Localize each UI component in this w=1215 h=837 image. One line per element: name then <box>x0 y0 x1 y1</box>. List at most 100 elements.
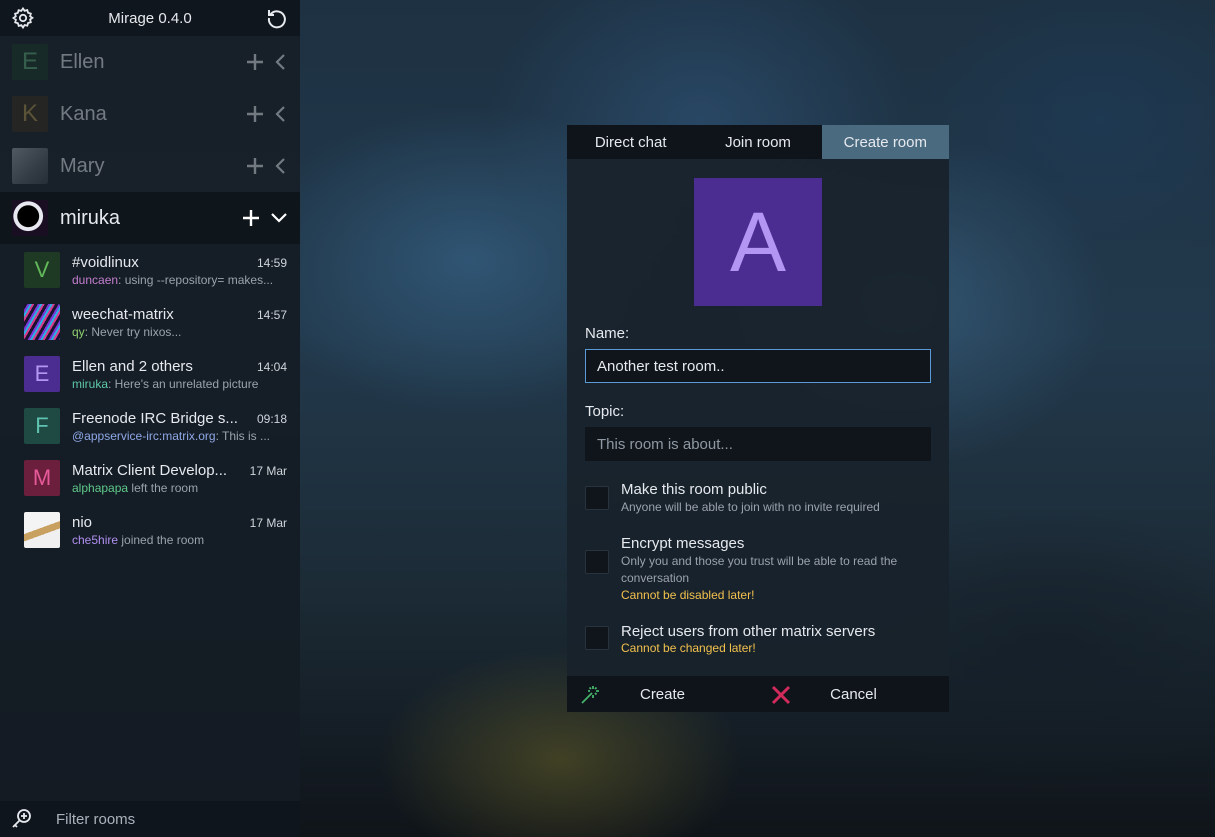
room-last-message: miruka: Here's an unrelated picture <box>72 377 287 391</box>
room-name: #voidlinux <box>72 253 139 271</box>
room-item[interactable]: V #voidlinux 14:59 duncaen: using --repo… <box>0 244 300 296</box>
account-ellen[interactable]: E Ellen <box>0 36 300 88</box>
avatar: V <box>24 252 60 288</box>
option-title: Encrypt messages <box>621 535 745 552</box>
plus-icon[interactable] <box>242 209 260 227</box>
plus-icon[interactable] <box>246 53 264 71</box>
add-chat-dialog: Direct chat Join room Create room A Name… <box>567 125 949 712</box>
tab-create-room[interactable]: Create room <box>821 125 949 159</box>
room-name: nio <box>72 513 93 531</box>
message-preview: left the room <box>128 480 199 495</box>
option-warning: Cannot be changed later! <box>621 641 756 655</box>
dialog-tabs: Direct chat Join room Create room <box>567 125 949 159</box>
message-sender: duncaen <box>72 272 119 287</box>
message-sender: qy <box>72 324 85 339</box>
message-sender: miruka <box>72 376 109 391</box>
create-label: Create <box>639 685 686 703</box>
room-item[interactable]: E Ellen and 2 others 14:04 miruka: Here'… <box>0 348 300 400</box>
avatar: E <box>24 356 60 392</box>
filter-bar <box>0 801 300 837</box>
room-name: Freenode IRC Bridge s... <box>72 409 238 427</box>
topic-label: Topic: <box>585 403 625 420</box>
tab-direct-chat[interactable]: Direct chat <box>567 125 695 159</box>
option-warning: Cannot be disabled later! <box>621 588 755 602</box>
option-public[interactable]: Make this room public Anyone will be abl… <box>585 481 931 516</box>
account-name: Kana <box>60 102 107 125</box>
avatar: E <box>12 44 48 80</box>
sidebar: Mirage 0.4.0 E Ellen K Kana Mary miruka … <box>0 0 300 837</box>
message-preview: : Here's an unrelated picture <box>108 376 259 391</box>
tab-join-room[interactable]: Join room <box>694 125 822 159</box>
close-icon <box>771 685 791 705</box>
room-avatar-preview[interactable]: A <box>694 178 822 306</box>
option-encrypt[interactable]: Encrypt messages Only you and those you … <box>585 535 931 604</box>
message-sender: che5hire <box>72 532 119 547</box>
avatar: M <box>24 460 60 496</box>
option-title: Reject users from other matrix servers <box>621 623 876 640</box>
filter-rooms-input[interactable] <box>56 810 276 828</box>
refresh-button[interactable] <box>264 5 290 31</box>
add-account-icon[interactable] <box>10 807 34 831</box>
room-name: Matrix Client Develop... <box>72 461 228 479</box>
room-last-message: @appservice-irc:matrix.org: This is ... <box>72 429 287 443</box>
chevron-left-icon[interactable] <box>274 53 288 71</box>
room-time: 09:18 <box>256 411 287 426</box>
option-federation[interactable]: Reject users from other matrix servers C… <box>585 623 931 657</box>
avatar-image <box>24 304 60 340</box>
sidebar-topbar: Mirage 0.4.0 <box>0 0 300 36</box>
avatar-image <box>12 200 48 236</box>
room-name: weechat-matrix <box>72 305 174 323</box>
app-title: Mirage 0.4.0 <box>108 9 192 27</box>
account-name: Mary <box>60 154 105 177</box>
option-subtitle: Anyone will be able to join with no invi… <box>621 500 880 514</box>
settings-button[interactable] <box>10 5 36 31</box>
encrypt-checkbox[interactable] <box>585 550 609 574</box>
plus-icon[interactable] <box>246 105 264 123</box>
room-time: 17 Mar <box>249 515 287 530</box>
name-label: Name: <box>585 325 630 342</box>
option-title: Make this room public <box>621 481 767 498</box>
message-sender: @appservice-irc:matrix.org <box>72 428 216 443</box>
magic-wand-icon <box>581 686 599 704</box>
room-last-message: qy: Never try nixos... <box>72 325 287 339</box>
plus-icon[interactable] <box>246 157 264 175</box>
dialog-buttons: Create Cancel <box>567 676 949 712</box>
account-mary[interactable]: Mary <box>0 140 300 192</box>
refresh-icon <box>267 10 286 29</box>
room-item[interactable]: M Matrix Client Develop... 17 Mar alphap… <box>0 452 300 504</box>
room-time: 17 Mar <box>249 463 287 478</box>
room-last-message: duncaen: using --repository= makes... <box>72 273 287 287</box>
chevron-left-icon[interactable] <box>274 157 288 175</box>
option-subtitle: Only you and those you trust will be abl… <box>621 554 898 585</box>
room-time: 14:59 <box>256 255 287 270</box>
message-preview: : Never try nixos... <box>84 324 182 339</box>
chevron-left-icon[interactable] <box>274 105 288 123</box>
room-item[interactable]: F Freenode IRC Bridge s... 09:18 @appser… <box>0 400 300 452</box>
room-name-input[interactable] <box>585 349 931 383</box>
cancel-button[interactable]: Cancel <box>758 676 949 712</box>
room-item[interactable]: nio 17 Mar che5hire joined the room <box>0 504 300 556</box>
account-name: Ellen <box>60 50 105 73</box>
room-last-message: che5hire joined the room <box>72 533 287 547</box>
room-name: Ellen and 2 others <box>72 357 193 375</box>
message-preview: joined the room <box>118 532 205 547</box>
avatar: F <box>24 408 60 444</box>
message-sender: alphapapa <box>72 480 129 495</box>
account-miruka[interactable]: miruka <box>0 192 300 244</box>
cancel-label: Cancel <box>830 685 877 703</box>
message-preview: : This is ... <box>215 428 271 443</box>
public-checkbox[interactable] <box>585 486 609 510</box>
avatar-image <box>24 512 60 548</box>
message-preview: : using --repository= makes... <box>118 272 274 287</box>
room-time: 14:57 <box>256 307 287 322</box>
room-item[interactable]: weechat-matrix 14:57 qy: Never try nixos… <box>0 296 300 348</box>
account-kana[interactable]: K Kana <box>0 88 300 140</box>
reject-federation-checkbox[interactable] <box>585 626 609 650</box>
account-name: miruka <box>60 206 121 229</box>
chevron-down-icon[interactable] <box>270 211 288 225</box>
room-last-message: alphapapa left the room <box>72 481 287 495</box>
avatar-image <box>12 148 48 184</box>
room-time: 14:04 <box>256 359 287 374</box>
create-button[interactable]: Create <box>567 676 758 712</box>
room-topic-input[interactable] <box>585 427 931 461</box>
